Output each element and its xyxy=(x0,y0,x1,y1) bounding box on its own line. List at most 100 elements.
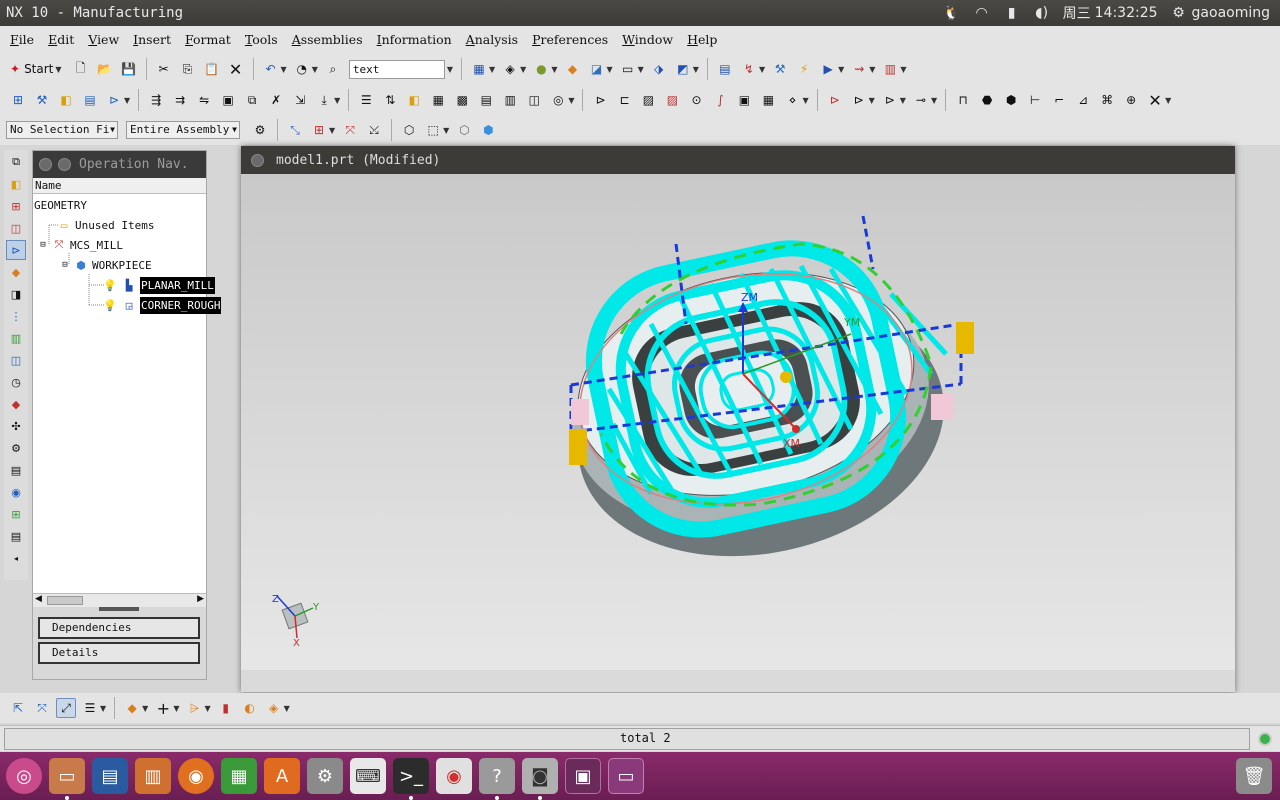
dropdown-icon[interactable]: ▼ xyxy=(329,126,335,135)
collapse-minus-icon[interactable]: ⊟ xyxy=(60,257,70,273)
constraint-navigator-icon[interactable]: ◧ xyxy=(6,174,26,194)
op-copy-icon[interactable]: ⧉ xyxy=(242,90,262,110)
wizard-icon[interactable]: ⚙ xyxy=(6,438,26,458)
create-method-icon[interactable]: ▤ xyxy=(80,90,100,110)
open-folder-icon[interactable]: 📂 xyxy=(95,59,115,79)
dropdown-icon[interactable]: ▼ xyxy=(568,96,574,105)
clock-day[interactable]: 周三 xyxy=(1063,3,1091,23)
op-gouge-icon[interactable]: ⤓ xyxy=(314,90,334,110)
section-icon[interactable]: ▣ xyxy=(734,90,754,110)
type-filter-select[interactable]: No Selection Fi ▼ xyxy=(6,121,118,139)
dropdown-icon[interactable]: ▼ xyxy=(284,704,290,713)
process-icon[interactable]: ◉ xyxy=(6,482,26,502)
new-file-icon[interactable]: 🗋 xyxy=(71,59,91,79)
polygon-select-icon[interactable]: ⬡ xyxy=(399,120,419,140)
assembly-navigator-icon[interactable]: ⧉ xyxy=(6,152,26,172)
writer-icon[interactable]: ▤ xyxy=(92,758,128,794)
dropdown-icon[interactable]: ▼ xyxy=(124,96,130,105)
snap-icon[interactable]: ⋄ xyxy=(782,90,802,110)
snap-point-icon[interactable]: ⊳ xyxy=(825,90,845,110)
scroll-right-icon[interactable]: ▶ xyxy=(197,594,204,604)
thread-icon[interactable]: ⊿ xyxy=(1073,90,1093,110)
generate-icon[interactable]: ⚡ xyxy=(794,59,814,79)
cube-icon[interactable]: ⬢ xyxy=(478,120,498,140)
dropdown-icon[interactable]: ▼ xyxy=(869,65,875,74)
dropdown-icon[interactable]: ▼ xyxy=(520,65,526,74)
analysis-icon[interactable]: ⊕ xyxy=(1121,90,1141,110)
camera-icon[interactable]: ◙ xyxy=(522,758,558,800)
linux-icon[interactable]: 🐧 xyxy=(943,4,961,22)
op-move-icon[interactable]: ⇉ xyxy=(170,90,190,110)
dropdown-icon[interactable]: ▼ xyxy=(900,96,906,105)
dropdown-icon[interactable]: ▼ xyxy=(759,65,765,74)
reuse-library-icon[interactable]: ◫ xyxy=(6,218,26,238)
feature-process-icon[interactable]: ⊞ xyxy=(6,504,26,524)
tool-view-icon[interactable]: ◧ xyxy=(404,90,424,110)
orient-view-icon[interactable]: ⬗ xyxy=(649,59,669,79)
tree-item-workpiece[interactable]: ⊟ ⬢ WORKPIECE xyxy=(60,255,151,275)
undo-icon[interactable]: ↶ xyxy=(261,59,281,79)
horizontal-scrollbar[interactable]: ◀ ▶ xyxy=(33,593,206,607)
list-view-icon[interactable]: ▤ xyxy=(476,90,496,110)
pan-icon[interactable]: ⤢ xyxy=(56,698,76,718)
pin-icon[interactable] xyxy=(58,158,71,171)
files-icon[interactable]: ▭ xyxy=(49,758,85,800)
collapse-arrow-icon[interactable]: ◂ xyxy=(6,548,26,568)
create-tool-icon[interactable]: ⚒ xyxy=(32,90,52,110)
dropdown-icon[interactable]: ▼ xyxy=(802,96,808,105)
workpiece-icon[interactable]: ▤ xyxy=(715,59,735,79)
menu-view[interactable]: View xyxy=(88,32,119,47)
view-list-icon[interactable]: ☰ xyxy=(80,698,100,718)
copy-icon[interactable]: ⎘ xyxy=(178,59,198,79)
details-panel-button[interactable]: Details xyxy=(38,642,200,664)
impress-icon[interactable]: ▥ xyxy=(135,758,171,794)
clock-time[interactable]: 14:32:25 xyxy=(1095,5,1158,21)
close-icon[interactable] xyxy=(251,153,264,167)
layer-icon[interactable]: ◆ xyxy=(562,59,582,79)
battery-icon[interactable]: ▮ xyxy=(1003,4,1021,22)
keyboard-icon[interactable]: ⌨ xyxy=(350,758,386,794)
tree-item-corner-rough[interactable]: 💡 ◲ CORNER_ROUGH xyxy=(102,295,222,315)
close-icon[interactable]: ✕ xyxy=(1145,90,1165,110)
shaded-icon[interactable]: ◆ xyxy=(122,698,142,718)
tools-icon[interactable]: ✣ xyxy=(6,416,26,436)
toolpath-icon[interactable]: ↯ xyxy=(739,59,759,79)
rectangle-icon[interactable]: ▭ xyxy=(618,59,638,79)
clock-icon[interactable]: ◷ xyxy=(6,372,26,392)
op-delete-icon[interactable]: ✗ xyxy=(266,90,286,110)
dropdown-icon[interactable]: ▼ xyxy=(869,96,875,105)
part-navigator-icon[interactable]: ⊞ xyxy=(6,196,26,216)
create-program-icon[interactable]: ⊞ xyxy=(8,90,28,110)
graphics-viewport[interactable]: ZM YM XM Z Y X xyxy=(241,174,1235,692)
menu-help[interactable]: Help xyxy=(687,32,717,47)
select-intent-icon[interactable]: ⊳ xyxy=(880,90,900,110)
op-cut-icon[interactable]: ⇶ xyxy=(146,90,166,110)
dropdown-icon[interactable]: ▼ xyxy=(100,704,106,713)
dropdown-icon[interactable]: ▼ xyxy=(173,704,179,713)
menu-information[interactable]: Information xyxy=(377,32,452,47)
program-order-icon[interactable]: ◫ xyxy=(524,90,544,110)
machine-view-icon[interactable]: ☰ xyxy=(356,90,376,110)
curve-icon[interactable]: ∫ xyxy=(710,90,730,110)
start-dropdown-icon[interactable]: ▼ xyxy=(55,65,61,74)
edge-icon[interactable]: ⊏ xyxy=(614,90,634,110)
op-group-icon[interactable]: ▣ xyxy=(218,90,238,110)
postprocess-icon[interactable]: ⇝ xyxy=(849,59,869,79)
machine-tool-navigator-icon[interactable]: ◆ xyxy=(6,262,26,282)
battery-display-icon[interactable]: ▮ xyxy=(216,698,236,718)
edit-object-display-icon[interactable]: ◈ xyxy=(500,59,520,79)
dropdown-icon[interactable]: ▼ xyxy=(838,65,844,74)
roles-icon[interactable]: ◫ xyxy=(6,350,26,370)
verify-icon[interactable]: ▶ xyxy=(818,59,838,79)
replay-icon[interactable]: ▥ xyxy=(500,90,520,110)
dropdown-icon[interactable]: ▼ xyxy=(693,65,699,74)
crosshair-icon[interactable]: + xyxy=(153,698,173,718)
fit-view-icon[interactable]: ⇱ xyxy=(8,698,28,718)
dropdown-icon[interactable]: ▼ xyxy=(1165,96,1171,105)
tree-item-geometry[interactable]: GEOMETRY xyxy=(34,195,87,215)
help-icon[interactable]: ? xyxy=(479,758,515,800)
create-operation-icon[interactable]: ⊳ xyxy=(104,90,124,110)
find-command-icon[interactable]: ⌕ xyxy=(323,59,343,79)
menu-preferences[interactable]: Preferences xyxy=(532,32,608,47)
chrome-icon[interactable]: ◉ xyxy=(436,758,472,794)
